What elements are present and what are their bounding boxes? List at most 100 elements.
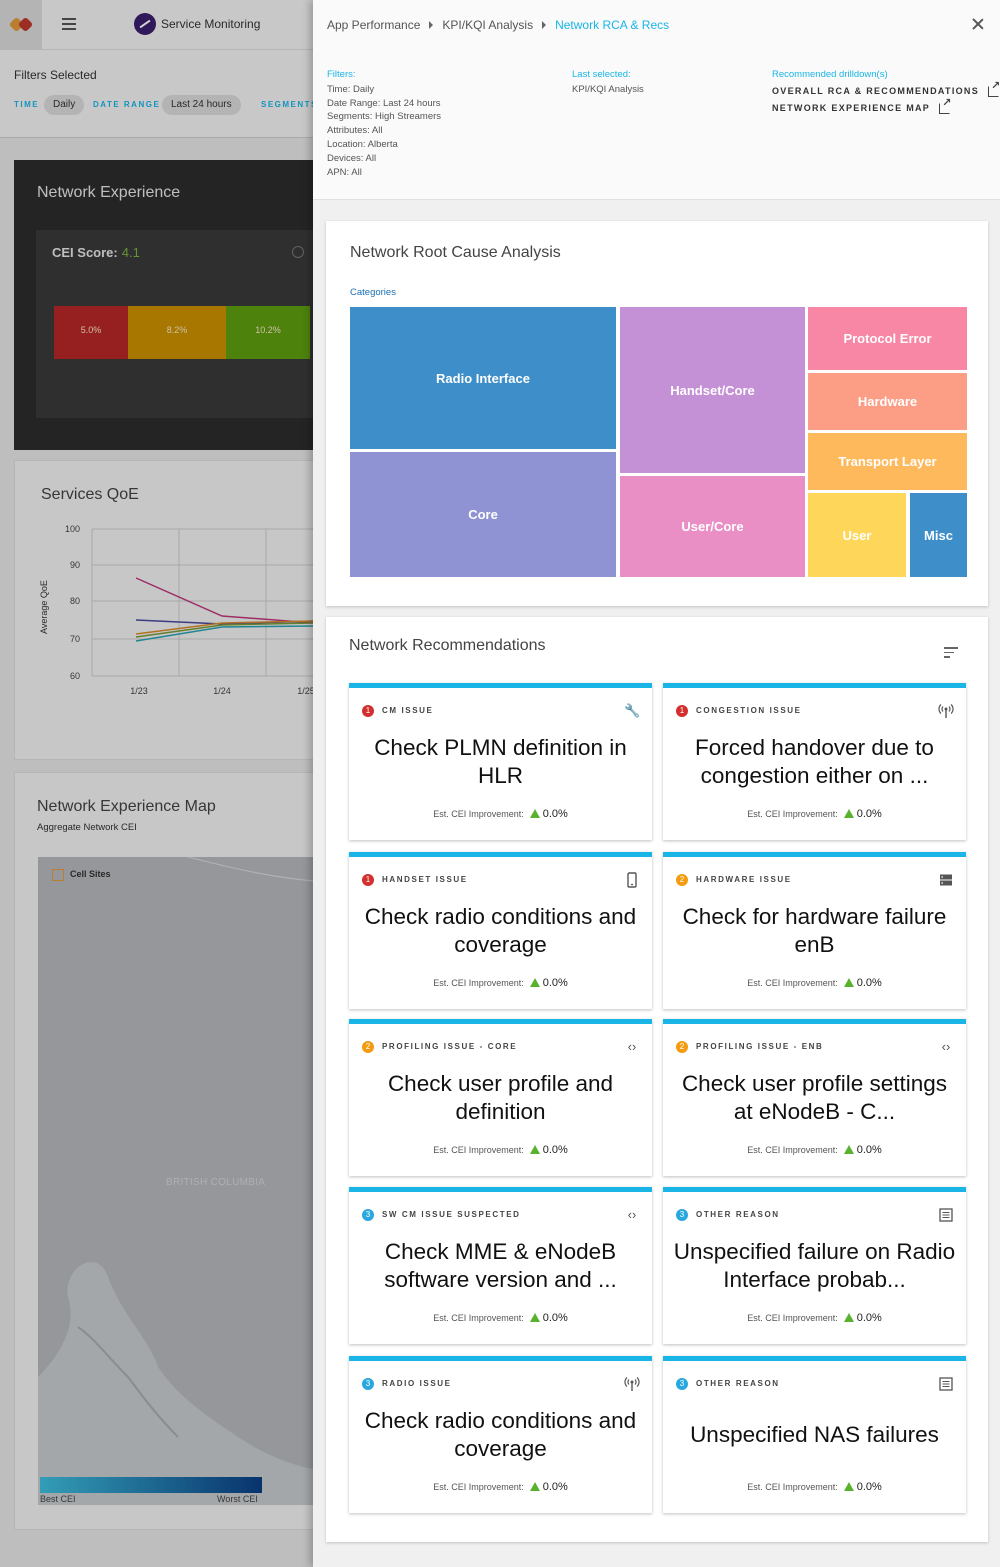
priority-badge: 2	[676, 874, 688, 886]
external-link-icon	[939, 97, 953, 114]
est-cei-improvement: Est. CEI Improvement: 0.0%	[433, 1312, 568, 1324]
filters-summary-title: Filters:	[327, 69, 356, 80]
drawer-scrim[interactable]	[0, 0, 313, 1567]
treemap-tile-misc[interactable]: Misc	[910, 493, 967, 577]
treemap-tile-core[interactable]: Core	[350, 452, 616, 577]
rca-title: Network Root Cause Analysis	[350, 244, 561, 261]
up-triangle-icon	[843, 978, 854, 987]
est-cei-improvement: Est. CEI Improvement: 0.0%	[747, 808, 882, 820]
issue-type: PROFILING ISSUE - CORE	[382, 1042, 518, 1051]
recommendation-card[interactable]: 1 CM ISSUE 🔧 Check PLMN definition in HL…	[349, 683, 652, 840]
recommendation-text: Check for hardware failure enB	[682, 904, 947, 957]
recommendation-card[interactable]: 2 PROFILING ISSUE - ENB ‹› Check user pr…	[663, 1019, 966, 1176]
up-triangle-icon	[843, 809, 854, 818]
rca-drawer: App Performance KPI/KQI Analysis Network…	[313, 0, 1000, 1567]
treemap-tile-hardware[interactable]: Hardware	[808, 373, 967, 430]
priority-badge: 2	[676, 1041, 688, 1053]
treemap-tile-user[interactable]: User	[808, 493, 906, 577]
priority-badge: 1	[362, 705, 374, 717]
antenna-icon	[938, 703, 954, 719]
issue-type: OTHER REASON	[696, 1210, 780, 1219]
est-cei-improvement: Est. CEI Improvement: 0.0%	[747, 1481, 882, 1493]
filters-summary: Filters: Time: Daily Date Range: Last 24…	[327, 68, 441, 179]
list-icon	[938, 1207, 954, 1223]
recommendations-title: Network Recommendations	[349, 637, 546, 654]
up-triangle-icon	[529, 978, 540, 987]
issue-type: CM ISSUE	[382, 706, 434, 715]
up-triangle-icon	[529, 809, 540, 818]
issue-type: HANDSET ISSUE	[382, 875, 468, 884]
phone-icon	[624, 872, 640, 888]
breadcrumb-item-network-rca: Network RCA & Recs	[555, 18, 670, 32]
issue-type: OTHER REASON	[696, 1379, 780, 1388]
issue-type: HARDWARE ISSUE	[696, 875, 792, 884]
breadcrumb-arrow-icon	[429, 21, 434, 29]
breadcrumb-arrow-icon	[542, 21, 547, 29]
priority-badge: 1	[676, 705, 688, 717]
drilldown-link-overall-rca[interactable]: OVERALL RCA & RECOMMENDATIONS	[772, 80, 1000, 99]
last-selected: Last selected: KPI/KQI Analysis	[572, 68, 644, 97]
recommendation-text: Check user profile and definition	[387, 1071, 614, 1124]
treemap-tile-user-core[interactable]: User/Core	[620, 476, 805, 577]
recommendation-card[interactable]: 2 HARDWARE ISSUE Check for hardware fail…	[663, 852, 966, 1009]
recommendations-panel: Network Recommendations 1 CM ISSUE 🔧 Che…	[326, 617, 988, 1542]
breadcrumb-item-app-performance[interactable]: App Performance	[327, 18, 420, 32]
est-cei-improvement: Est. CEI Improvement: 0.0%	[747, 1144, 882, 1156]
recommended-drilldowns: Recommended drilldown(s) OVERALL RCA & R…	[772, 68, 1000, 116]
recommendation-card[interactable]: 3 OTHER REASON Unspecified NAS failures …	[663, 1356, 966, 1513]
recommendation-card[interactable]: 3 OTHER REASON Unspecified failure on Ra…	[663, 1187, 966, 1344]
recommendation-card[interactable]: 1 HANDSET ISSUE Check radio conditions a…	[349, 852, 652, 1009]
last-selected-value: KPI/KQI Analysis	[572, 83, 644, 95]
antenna-icon	[624, 1376, 640, 1392]
drilldowns-title: Recommended drilldown(s)	[772, 69, 888, 80]
up-triangle-icon	[843, 1145, 854, 1154]
rca-treemap: Radio Interface Core Handset/Core User/C…	[350, 307, 967, 577]
filter-line: Location: Alberta	[327, 138, 398, 150]
recommendation-text: Forced handover due to congestion either…	[695, 735, 934, 788]
recommendation-text: Unspecified NAS failures	[690, 1422, 939, 1447]
external-link-icon	[988, 80, 1000, 98]
recommendation-card[interactable]: 1 CONGESTION ISSUE Forced handover due t…	[663, 683, 966, 840]
recommendation-card[interactable]: 2 PROFILING ISSUE - CORE ‹› Check user p…	[349, 1019, 652, 1176]
up-triangle-icon	[529, 1482, 540, 1491]
treemap-tile-handset-core[interactable]: Handset/Core	[620, 307, 805, 473]
drawer-header: App Performance KPI/KQI Analysis Network…	[313, 0, 1000, 200]
server-icon	[938, 872, 954, 888]
issue-type: RADIO ISSUE	[382, 1379, 452, 1388]
treemap-tile-protocol-error[interactable]: Protocol Error	[808, 307, 967, 370]
drilldown-link-network-map[interactable]: NETWORK EXPERIENCE MAP	[772, 97, 999, 116]
priority-badge: 3	[676, 1378, 688, 1390]
filter-line: APN: All	[327, 166, 362, 178]
filter-line: Date Range: Last 24 hours	[327, 97, 441, 109]
filter-line: Devices: All	[327, 152, 377, 164]
priority-badge: 3	[676, 1209, 688, 1221]
recommendation-text: Unspecified failure on Radio Interface p…	[673, 1239, 956, 1292]
up-triangle-icon	[529, 1145, 540, 1154]
priority-badge: 1	[362, 874, 374, 886]
recommendation-card[interactable]: 3 RADIO ISSUE Check radio conditions and…	[349, 1356, 652, 1513]
recommendation-text: Check radio conditions and coverage	[364, 904, 637, 957]
filter-line: Time: Daily	[327, 83, 375, 95]
last-selected-title: Last selected:	[572, 69, 631, 80]
categories-label: Categories	[350, 287, 396, 298]
recommendation-text: Check MME & eNodeB software version and …	[384, 1239, 617, 1292]
est-cei-improvement: Est. CEI Improvement: 0.0%	[433, 1481, 568, 1493]
treemap-tile-transport-layer[interactable]: Transport Layer	[808, 433, 967, 490]
treemap-tile-radio-interface[interactable]: Radio Interface	[350, 307, 616, 449]
rca-panel: Network Root Cause Analysis Categories R…	[326, 221, 988, 606]
issue-type: CONGESTION ISSUE	[696, 706, 802, 715]
recommendation-text: Check PLMN definition in HLR	[374, 735, 627, 788]
close-icon[interactable]	[970, 16, 986, 32]
filter-line: Attributes: All	[327, 125, 383, 137]
breadcrumb-item-kpi-kqi[interactable]: KPI/KQI Analysis	[442, 18, 533, 32]
issue-type: PROFILING ISSUE - ENB	[696, 1042, 824, 1051]
priority-badge: 3	[362, 1378, 374, 1390]
est-cei-improvement: Est. CEI Improvement: 0.0%	[433, 808, 568, 820]
up-triangle-icon	[843, 1313, 854, 1322]
est-cei-improvement: Est. CEI Improvement: 0.0%	[433, 1144, 568, 1156]
breadcrumb: App Performance KPI/KQI Analysis Network…	[327, 18, 669, 32]
recommendation-card[interactable]: 3 SW CM ISSUE SUSPECTED ‹› Check MME & e…	[349, 1187, 652, 1344]
recommendation-text: Check radio conditions and coverage	[364, 1408, 637, 1461]
sort-icon[interactable]	[944, 647, 958, 661]
code-icon: ‹›	[941, 1039, 951, 1054]
